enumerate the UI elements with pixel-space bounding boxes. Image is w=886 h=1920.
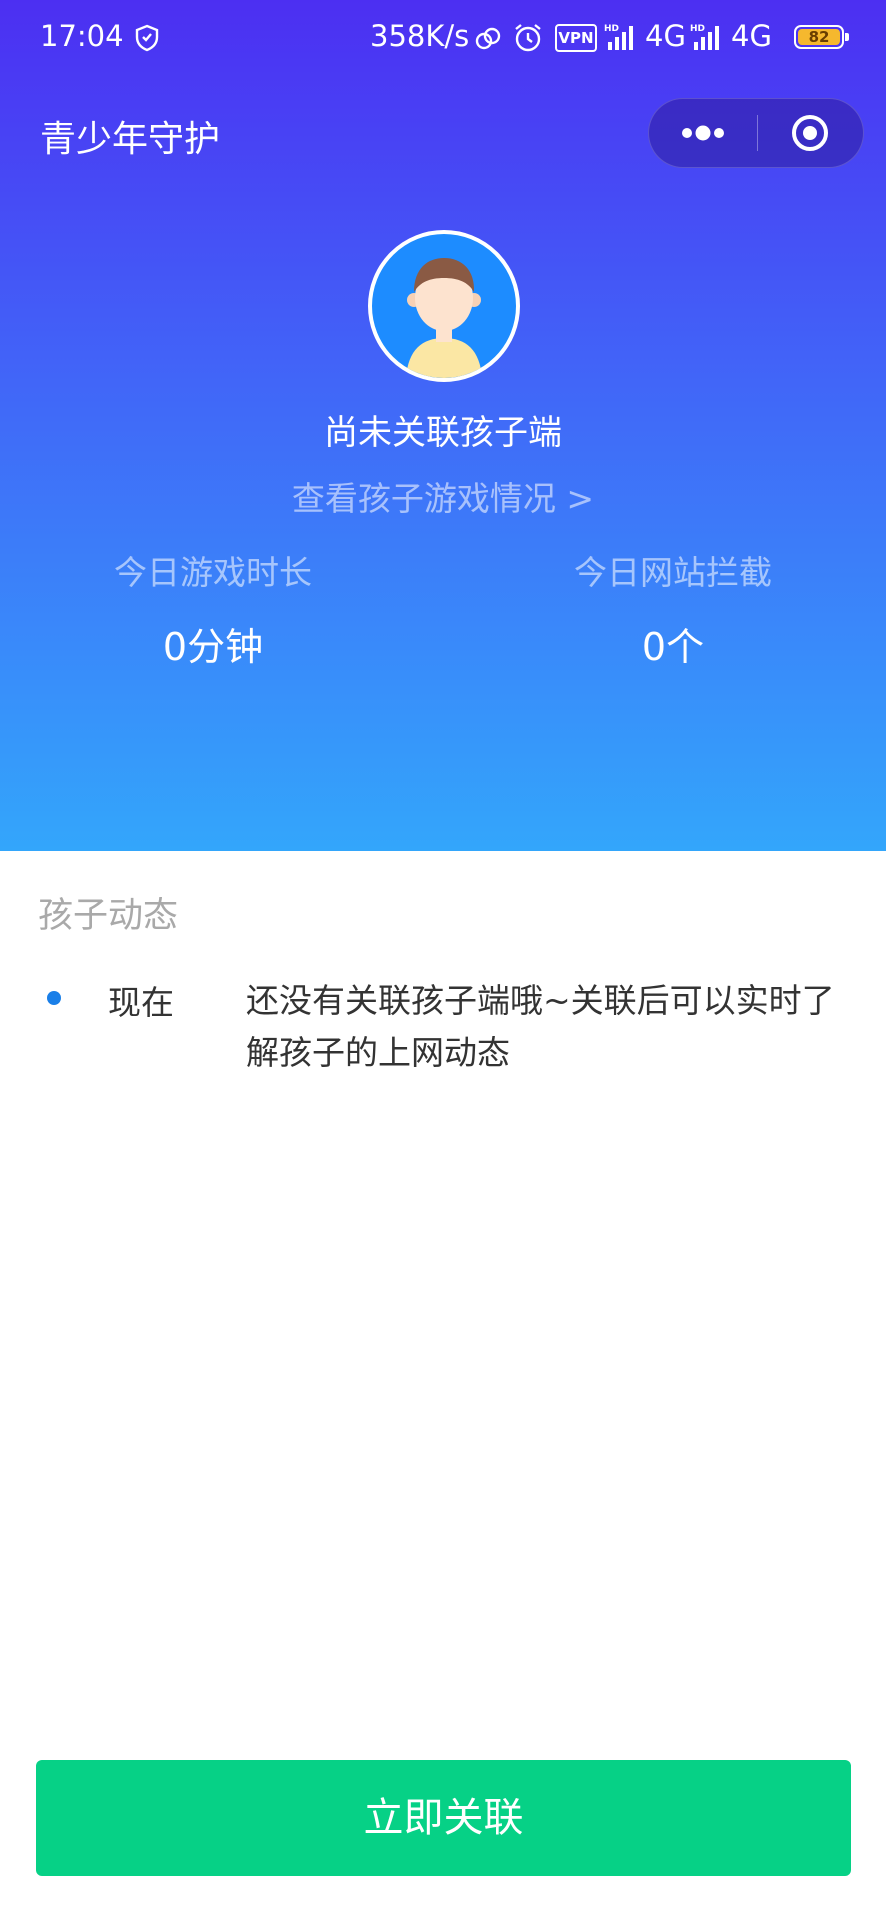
signal-icon: HD [604,24,633,50]
more-button[interactable] [649,99,757,167]
more-icon [682,125,724,141]
network-speed: 358K/s [370,19,470,53]
link-icon [475,27,501,50]
alarm-icon [515,24,541,52]
status-time: 17:04 [40,19,124,53]
network-type-2: 4G [731,19,772,53]
network-type-1: 4G [645,19,686,53]
vpn-badge: VPN [555,24,597,52]
shield-icon [135,24,159,52]
mini-program-capsule [648,98,864,168]
feed-item-message: 还没有关联孩子端哦~关联后可以实时了解孩子的上网动态 [246,981,835,1072]
battery-icon: 82 [794,25,849,49]
blocked-sites-value: 0个 [641,625,705,669]
game-time-value: 0分钟 [162,625,264,669]
feed-section-title: 孩子动态 [38,896,179,936]
feed-item-time: 现在 [108,983,174,1022]
close-button[interactable] [758,99,863,167]
game-time-label: 今日游戏时长 [114,553,312,592]
svg-text:HD: HD [690,24,705,34]
blocked-sites-label: 今日网站拦截 [574,553,772,592]
page-title: 青少年守护 [40,119,221,160]
battery-tip [845,33,849,41]
link-now-button[interactable]: 立即关联 [36,1760,851,1876]
close-target-icon [792,115,828,151]
view-child-game-link[interactable]: 查看孩子游戏情况 > [0,472,886,520]
avatar[interactable] [368,230,520,382]
timeline-dot [47,991,61,1005]
battery-level: 82 [798,29,840,45]
child-avatar-icon [406,258,482,378]
svg-text:HD: HD [604,24,619,34]
signal-icon: HD [690,24,719,50]
status-bar: 17:04 358K/s VPN HD 4G HD 4G 82 [0,0,886,78]
link-status-text: 尚未关联孩子端 [324,413,562,453]
